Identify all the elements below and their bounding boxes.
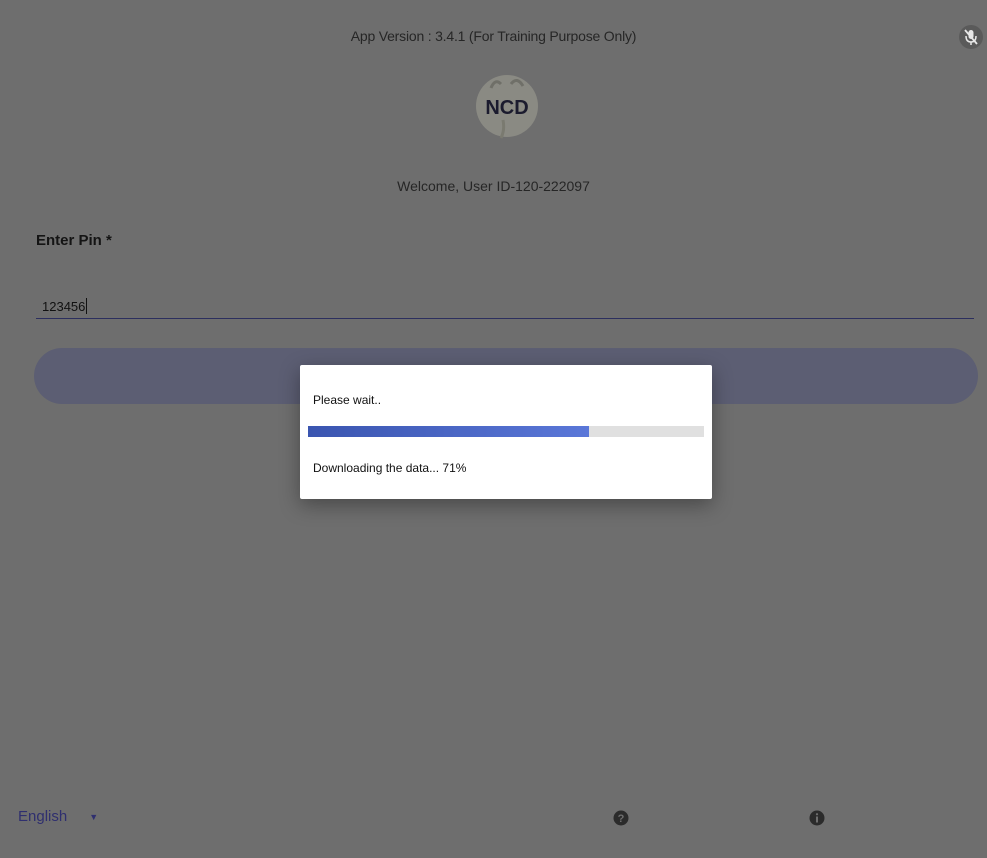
mic-off-icon[interactable] — [958, 24, 984, 50]
info-icon[interactable] — [809, 810, 825, 826]
login-screen: App Version : 3.4.1 (For Training Purpos… — [0, 0, 987, 858]
pin-input[interactable]: 123456 — [36, 296, 974, 319]
language-label: English — [18, 808, 68, 825]
progress-bar — [308, 426, 704, 437]
text-caret — [86, 298, 88, 314]
svg-text:?: ? — [618, 813, 625, 825]
dialog-title: Please wait.. — [313, 393, 382, 407]
app-version: App Version : 3.4.1 (For Training Purpos… — [350, 28, 637, 44]
welcome-text: Welcome, User ID-120-222097 — [397, 178, 590, 194]
pin-value: 123456 — [42, 299, 86, 314]
progress-fill — [308, 426, 590, 437]
progress-dialog: Please wait.. Downloading the data... 71… — [300, 365, 712, 499]
dropdown-arrow-icon: ▼ — [89, 811, 99, 822]
dialog-status: Downloading the data... 71% — [313, 461, 467, 475]
pin-label: Enter Pin * — [36, 232, 112, 249]
help-icon[interactable]: ? — [613, 810, 629, 826]
logo-text: NCD — [485, 97, 528, 119]
ncd-logo: NCD — [476, 75, 538, 139]
language-selector[interactable]: English ▼ — [18, 808, 98, 825]
